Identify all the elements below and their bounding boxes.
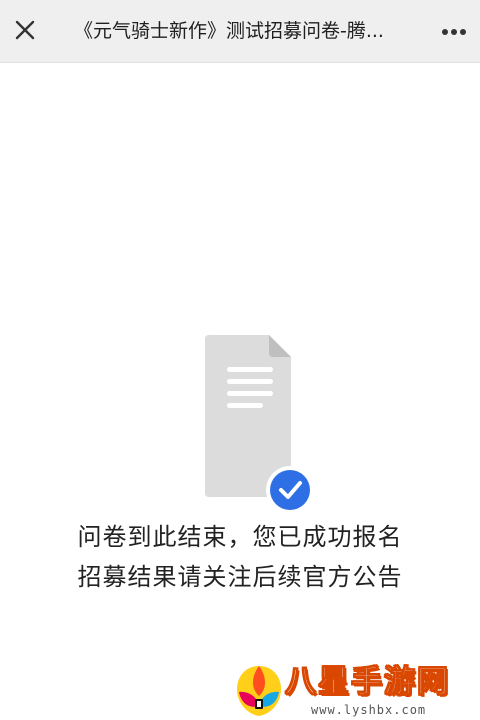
document-check-icon bbox=[203, 333, 323, 523]
close-icon bbox=[15, 20, 35, 40]
watermark-url: www.lyshbx.com bbox=[311, 703, 427, 717]
more-options-button[interactable] bbox=[438, 16, 470, 46]
completion-message: 问卷到此结束，您已成功报名 招募结果请关注后续官方公告 bbox=[0, 517, 480, 597]
close-button[interactable] bbox=[10, 15, 40, 45]
watermark-site-name: 八星手游网 bbox=[285, 664, 450, 701]
message-line-2: 招募结果请关注后续官方公告 bbox=[77, 563, 403, 591]
site-watermark: 八星手游网 www.lyshbx.com bbox=[233, 662, 480, 720]
page-title: 《元气骑士新作》测试招募问卷-腾... bbox=[74, 20, 384, 42]
watermark-logo-icon bbox=[237, 666, 281, 716]
more-icon bbox=[442, 29, 466, 35]
message-line-1: 问卷到此结束，您已成功报名 bbox=[77, 523, 403, 551]
navigation-bar: 《元气骑士新作》测试招募问卷-腾... bbox=[0, 0, 480, 63]
